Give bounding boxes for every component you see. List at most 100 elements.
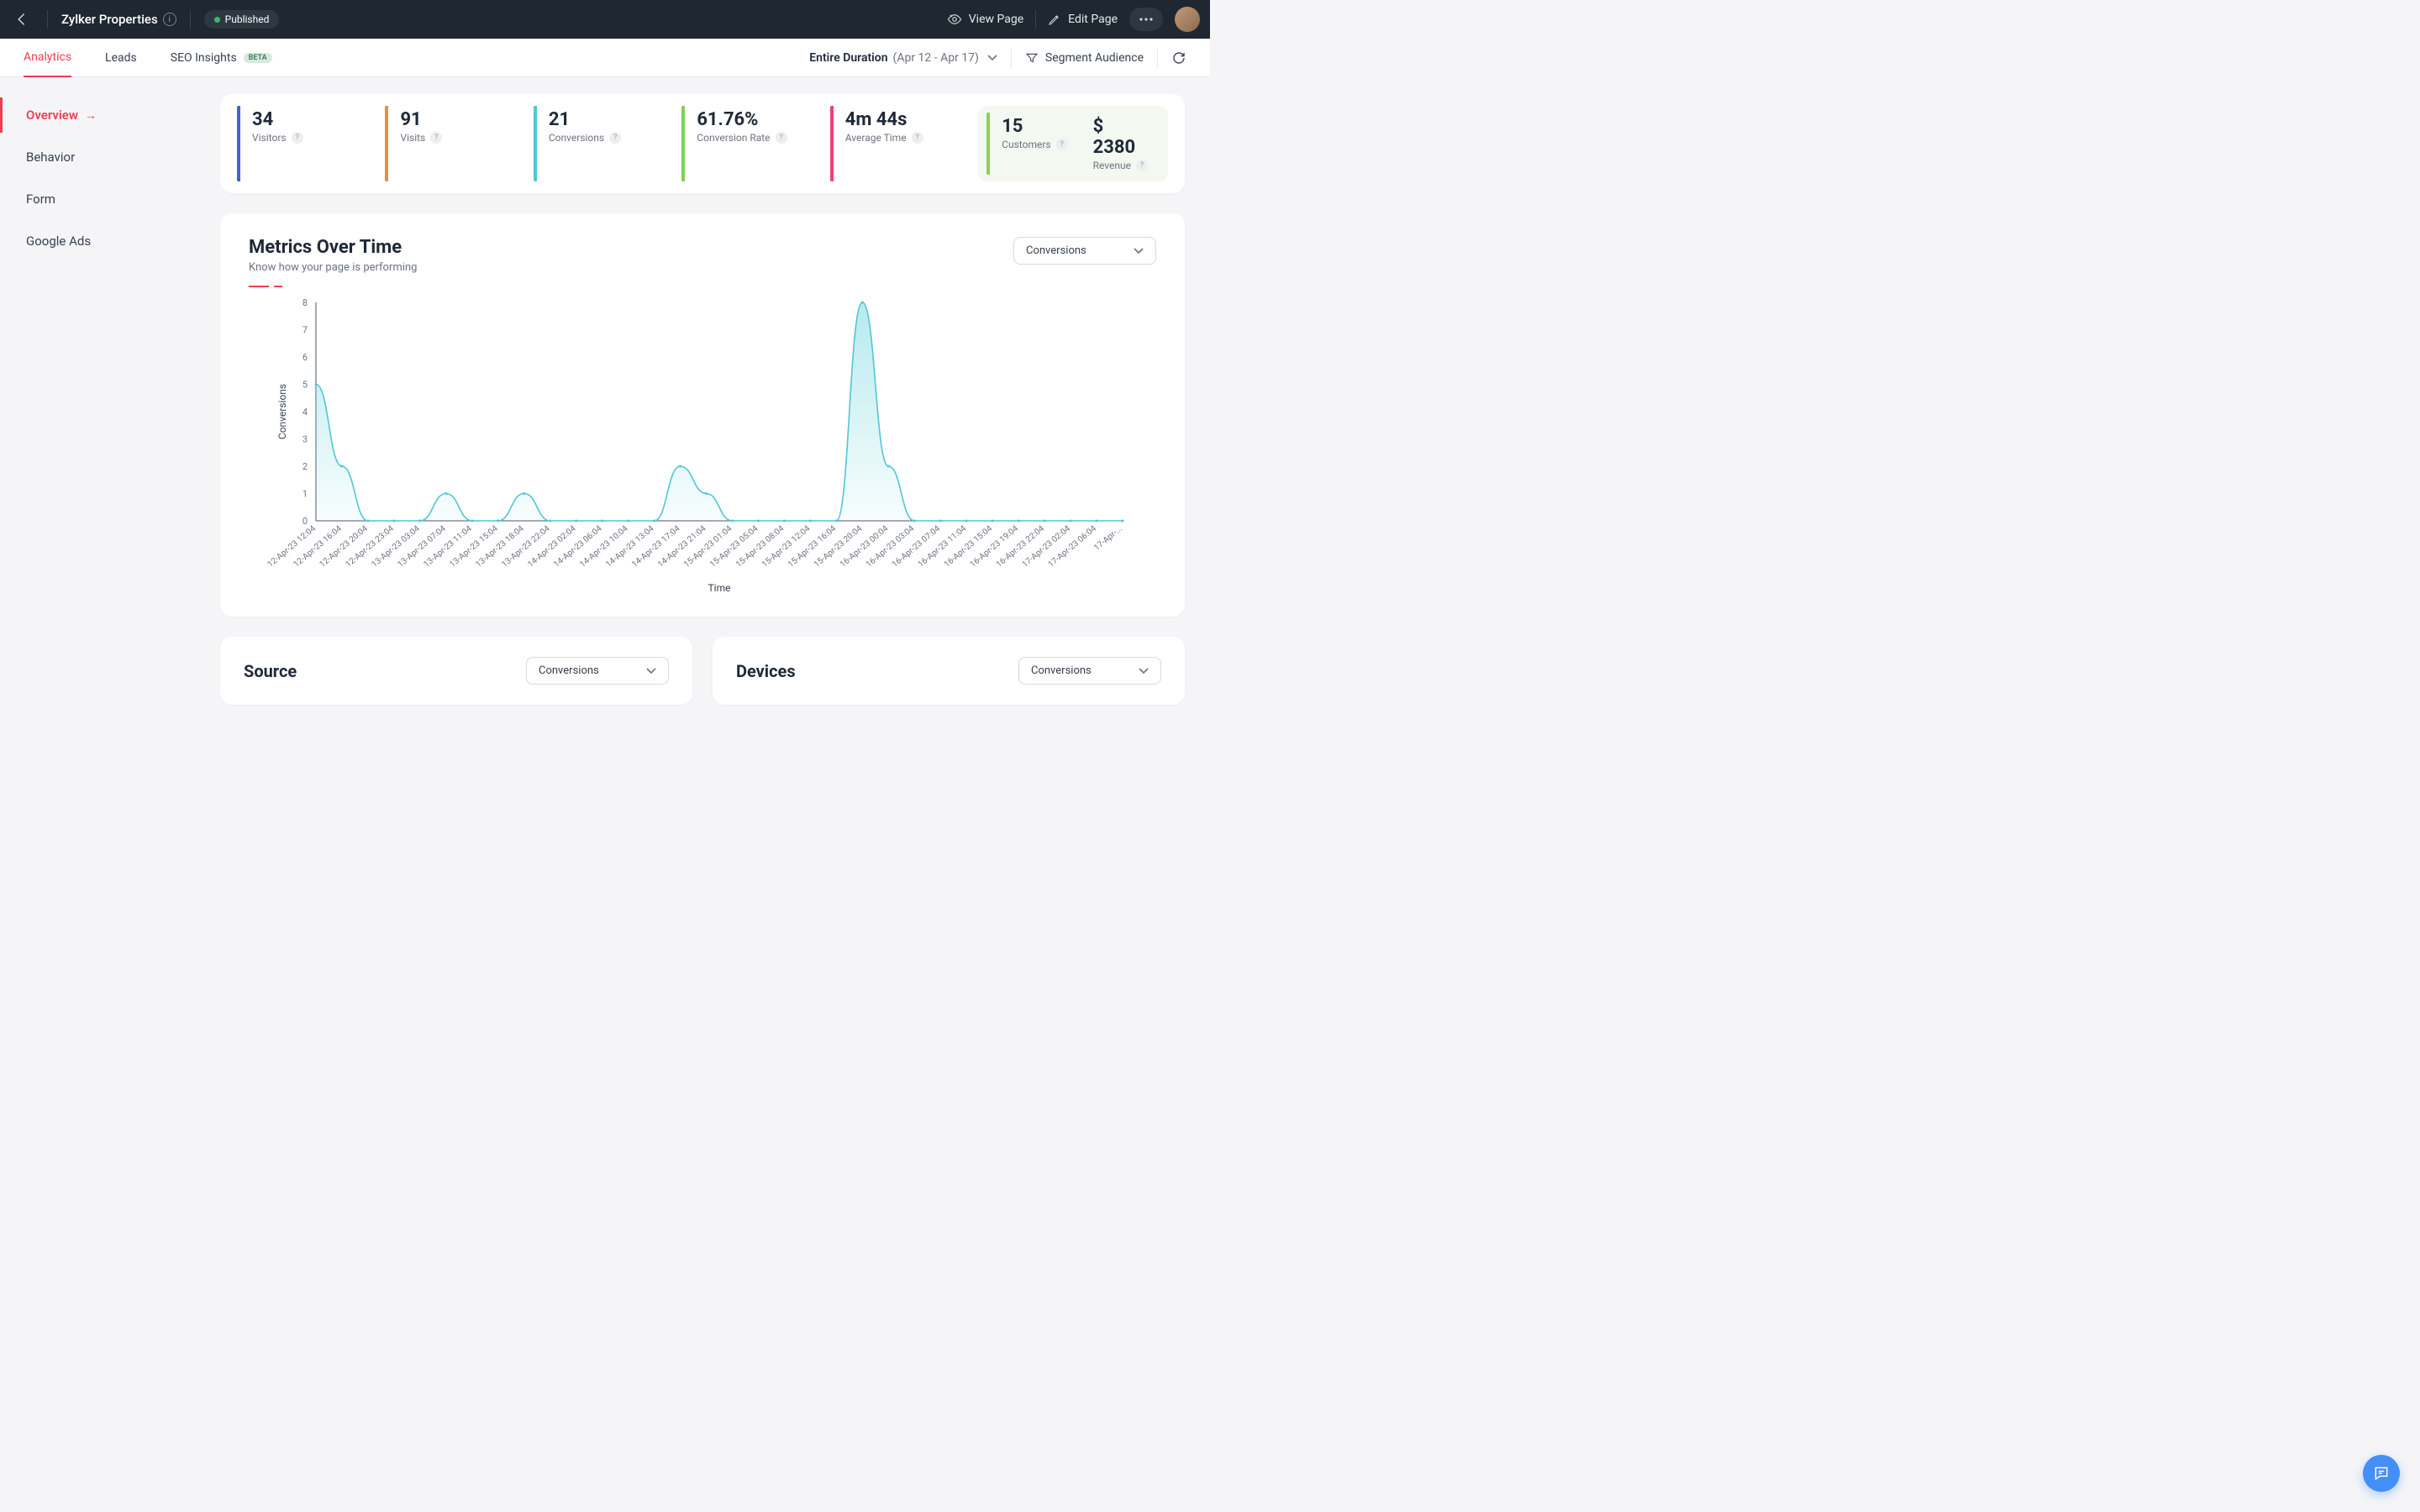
tab-leads[interactable]: Leads: [105, 39, 137, 77]
sidebar-item-label: Overview: [26, 108, 78, 123]
segment-audience-button[interactable]: Segment Audience: [1025, 51, 1144, 65]
dropdown-label: Conversions: [539, 664, 599, 677]
status-badge: Published: [204, 10, 280, 29]
sidebar-item-form[interactable]: Form: [0, 181, 195, 217]
divider: [190, 10, 191, 29]
edit-page-button[interactable]: Edit Page: [1048, 13, 1118, 26]
svg-text:7: 7: [302, 325, 308, 336]
divider: [47, 10, 48, 29]
metric-revenue: $ 2380 Revenue?: [1088, 113, 1160, 175]
pencil-icon: [1048, 13, 1061, 26]
help-icon[interactable]: ?: [430, 132, 442, 144]
edit-page-label: Edit Page: [1068, 13, 1118, 26]
chevron-down-icon: [1139, 668, 1149, 675]
tab-label: SEO Insights: [171, 51, 237, 65]
source-card: Source Conversions: [220, 637, 692, 705]
metric-label: Visitors: [252, 132, 287, 144]
segment-label: Segment Audience: [1045, 51, 1144, 65]
duration-range: (Apr 12 - Apr 17): [893, 51, 979, 65]
metric-conversion-rate: 61.76% Conversion Rate?: [681, 106, 829, 181]
legend-indicator: [249, 286, 282, 287]
metric-customers: 15 Customers?: [986, 113, 1079, 175]
tab-analytics[interactable]: Analytics: [24, 39, 71, 77]
metric-average-time: 4m 44s Average Time?: [830, 106, 978, 181]
svg-text:0: 0: [302, 516, 308, 527]
help-icon[interactable]: ?: [776, 132, 787, 144]
topbar-right: View Page Edit Page: [947, 7, 1200, 32]
chat-icon: [2373, 1465, 2390, 1482]
bottom-row: Source Conversions Devices Conversions: [220, 637, 1185, 705]
topbar: Zylker Properties i Published View Page …: [0, 0, 1210, 39]
info-icon[interactable]: i: [163, 13, 176, 26]
devices-title: Devices: [736, 661, 796, 681]
metric-value: $ 2380: [1093, 116, 1148, 158]
chart-header: Metrics Over Time Know how your page is …: [249, 237, 1156, 287]
metric-label: Conversion Rate: [697, 132, 770, 144]
source-title: Source: [244, 661, 297, 681]
metrics-row: 34 Visitors? 91 Visits? 21 Conversions? …: [220, 94, 1185, 193]
sidebar-item-overview[interactable]: Overview →: [0, 97, 195, 133]
chart-svg: 012345678Conversions12-Apr-23 12:0412-Ap…: [249, 294, 1156, 596]
svg-text:1: 1: [302, 489, 308, 500]
chat-fab[interactable]: [2363, 1455, 2400, 1492]
avatar[interactable]: [1175, 7, 1200, 32]
metric-label: Conversions: [549, 132, 604, 144]
tabs-left: Analytics Leads SEO Insights BETA: [24, 39, 272, 77]
sidebar-item-label: Behavior: [26, 150, 75, 165]
svg-text:4: 4: [302, 407, 308, 417]
tabs-row: Analytics Leads SEO Insights BETA Entire…: [0, 39, 1210, 77]
divider: [1035, 10, 1036, 29]
metric-value: 21: [549, 109, 670, 130]
sidebar: Overview → Behavior Form Google Ads: [0, 77, 195, 756]
status-text: Published: [225, 13, 270, 25]
help-icon[interactable]: ?: [912, 132, 923, 144]
sidebar-item-behavior[interactable]: Behavior: [0, 139, 195, 175]
chart-subtitle: Know how your page is performing: [249, 261, 417, 274]
reload-button[interactable]: [1171, 50, 1186, 66]
svg-text:5: 5: [302, 380, 308, 391]
back-button[interactable]: [10, 8, 34, 31]
eye-icon: [947, 12, 962, 27]
chart-area: 012345678Conversions12-Apr-23 12:0412-Ap…: [249, 294, 1156, 596]
divider: [1011, 49, 1012, 67]
metric-value: 15: [1002, 116, 1067, 137]
chevron-down-icon: [1134, 248, 1144, 255]
filter-icon: [1025, 51, 1039, 65]
help-icon[interactable]: ?: [609, 132, 621, 144]
tab-label: Leads: [105, 51, 137, 65]
metric-dropdown[interactable]: Conversions: [1013, 237, 1156, 265]
view-page-button[interactable]: View Page: [947, 12, 1023, 27]
metric-group-revenue: 15 Customers? $ 2380 Revenue?: [978, 106, 1168, 181]
page-title: Zylker Properties: [61, 12, 158, 27]
help-icon[interactable]: ?: [1136, 160, 1148, 171]
svg-text:17-Apr-...: 17-Apr-...: [1092, 524, 1124, 553]
devices-dropdown[interactable]: Conversions: [1018, 657, 1161, 685]
metric-label: Customers: [1002, 139, 1050, 150]
sidebar-item-google-ads[interactable]: Google Ads: [0, 223, 195, 259]
view-page-label: View Page: [969, 13, 1023, 26]
duration-selector[interactable]: Entire Duration (Apr 12 - Apr 17): [809, 51, 997, 65]
duration-label: Entire Duration: [809, 51, 887, 65]
dropdown-label: Conversions: [1026, 244, 1086, 257]
help-icon[interactable]: ?: [292, 132, 303, 144]
help-icon[interactable]: ?: [1056, 139, 1068, 150]
svg-text:Time: Time: [708, 582, 731, 594]
tabs-right: Entire Duration (Apr 12 - Apr 17) Segmen…: [809, 49, 1186, 67]
metric-value: 91: [400, 109, 521, 130]
svg-text:3: 3: [302, 434, 308, 445]
reload-icon: [1171, 50, 1186, 66]
status-dot-icon: [214, 17, 220, 23]
tab-label: Analytics: [24, 50, 71, 64]
svg-text:Conversions: Conversions: [276, 384, 288, 439]
metric-label: Visits: [400, 132, 425, 144]
metric-value: 61.76%: [697, 109, 818, 130]
metric-label: Average Time: [845, 132, 907, 144]
devices-card: Devices Conversions: [713, 637, 1185, 705]
chart-title: Metrics Over Time: [249, 237, 417, 258]
svg-text:17-Apr-23 06:04: 17-Apr-23 06:04: [1047, 524, 1099, 570]
layout: Overview → Behavior Form Google Ads 34 V…: [0, 77, 1210, 756]
svg-text:8: 8: [302, 297, 308, 308]
more-button[interactable]: [1129, 8, 1163, 31]
tab-seo-insights[interactable]: SEO Insights BETA: [171, 39, 272, 77]
source-dropdown[interactable]: Conversions: [526, 657, 669, 685]
